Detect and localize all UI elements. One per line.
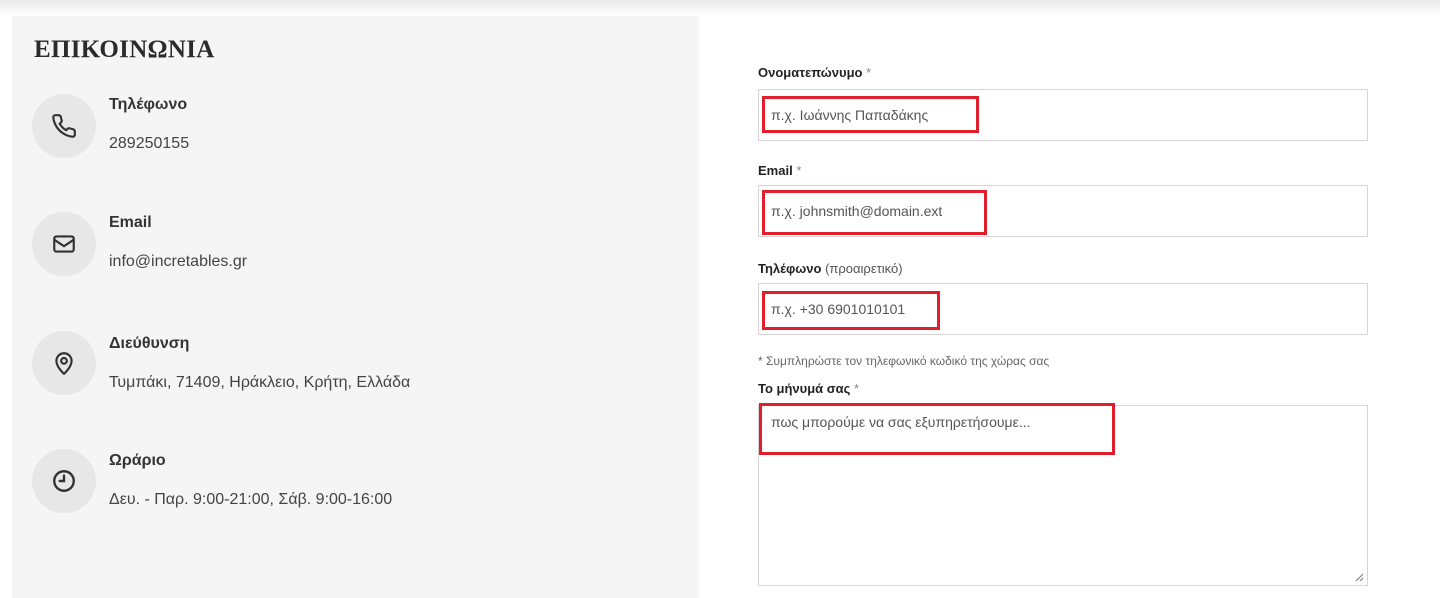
contact-item-email: Email info@incretables.gr [32,212,692,302]
email-label-text: Email [758,163,793,178]
resize-grip-icon[interactable] [1355,573,1364,582]
required-marker: * [796,163,802,178]
top-shadow [0,0,1440,16]
contact-info-panel: ΕΠΙΚΟΙΝΩΝΙΑ Τηλέφωνο 289250155 Email inf… [12,16,699,598]
required-marker: * [854,381,860,396]
message-label-text: Το μήνυμά σας [758,381,851,396]
phone-input[interactable] [759,284,1367,334]
name-field-label: Ονοματεπώνυμο * [758,65,871,80]
name-label-text: Ονοματεπώνυμο [758,65,863,80]
email-label: Email [109,214,152,231]
email-field-label: Email * [758,163,801,178]
phone-hint: * Συμπληρώστε τον τηλεφωνικό κωδικό της … [758,354,1050,368]
clock-icon [32,449,96,513]
phone-label: Τηλέφωνο [109,96,188,113]
address-value: Τυμπάκι, 71409, Ηράκλειο, Κρήτη, Ελλάδα [109,374,411,391]
location-pin-icon [32,331,96,395]
mail-icon [32,212,96,276]
email-input[interactable] [759,186,1367,236]
name-input[interactable] [759,90,1367,140]
phone-value: 289250155 [109,135,190,152]
message-textarea[interactable] [759,406,1367,585]
required-marker: * [866,65,872,80]
name-field[interactable] [758,89,1368,141]
contact-item-phone: Τηλέφωνο 289250155 [32,94,692,184]
email-value: info@incretables.gr [109,253,248,270]
address-label: Διεύθυνση [109,335,190,352]
hours-value: Δευ. - Παρ. 9:00-21:00, Σάβ. 9:00-16:00 [109,491,393,508]
phone-label-text: Τηλέφωνο [758,261,822,276]
contact-item-address: Διεύθυνση Τυμπάκι, 71409, Ηράκλειο, Κρήτ… [32,331,692,421]
phone-field-label: Τηλέφωνο (προαιρετικό) [758,261,903,276]
contact-title: ΕΠΙΚΟΙΝΩΝΙΑ [34,36,215,63]
message-field-label: Το μήνυμά σας * [758,381,859,396]
email-field[interactable] [758,185,1368,237]
phone-icon [32,94,96,158]
optional-marker: (προαιρετικό) [825,261,903,276]
contact-page: ΕΠΙΚΟΙΝΩΝΙΑ Τηλέφωνο 289250155 Email inf… [0,0,1440,598]
phone-field[interactable] [758,283,1368,335]
hours-label: Ωράριο [109,452,166,469]
message-field[interactable] [758,405,1368,586]
contact-item-hours: Ωράριο Δευ. - Παρ. 9:00-21:00, Σάβ. 9:00… [32,449,692,539]
